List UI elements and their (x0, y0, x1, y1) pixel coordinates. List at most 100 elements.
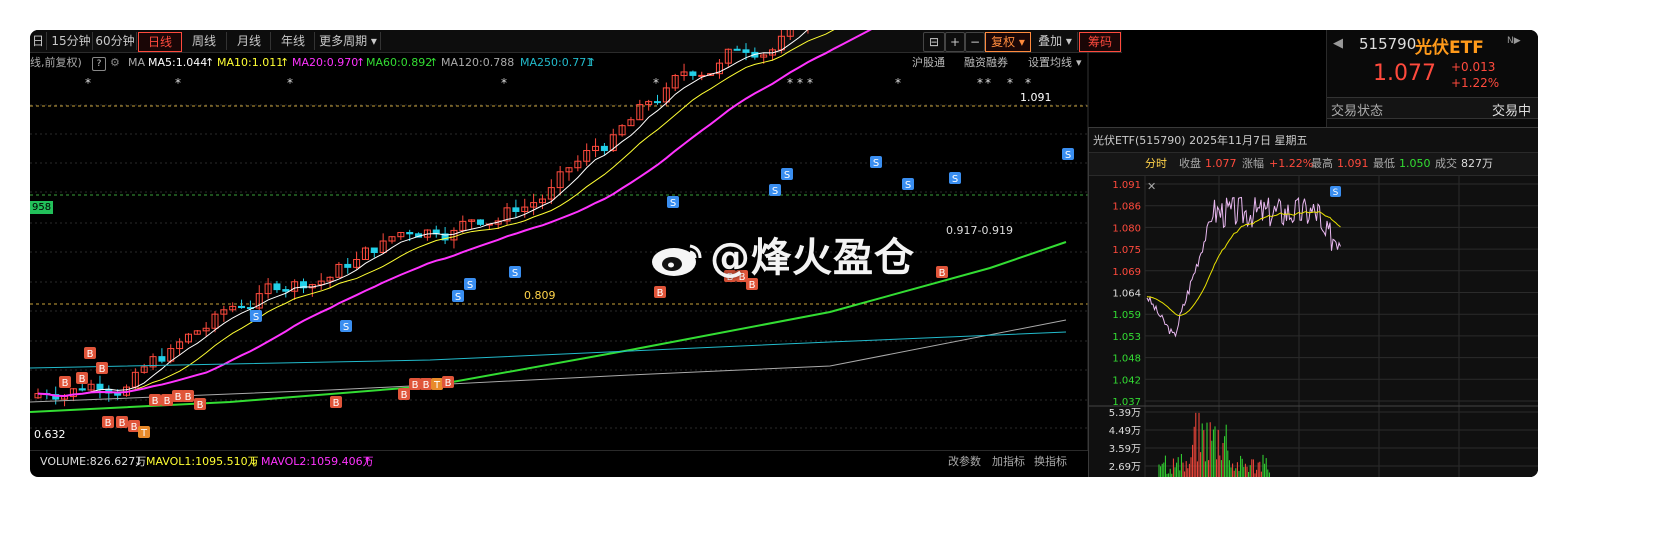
next-stock-arrow-icon[interactable]: N▶ (1507, 36, 1521, 46)
left-edge-price-tag: 958 (30, 201, 54, 214)
event-star-icon: * (175, 76, 181, 90)
mavol1-down-arrow: ↓ (249, 455, 259, 468)
range-price-label: 0.917-0.919 (946, 224, 1013, 237)
popup-tab-intraday[interactable]: 分时 (1145, 153, 1167, 175)
intraday-price-tick: 1.059 (1112, 310, 1141, 321)
intraday-price-tick: 1.080 (1112, 223, 1141, 234)
trade-marker-label: B (197, 400, 204, 411)
candle-body (78, 388, 86, 391)
popup-title: 光伏ETF(515790) 2025年11月7日 星期五 (1093, 134, 1308, 147)
popup-change-value: +1.22% (1269, 157, 1314, 170)
event-star-icon: * (501, 76, 507, 90)
trade-marker-label: S (784, 170, 790, 181)
event-star-icon: * (985, 76, 991, 90)
trade-marker-label: S (1065, 150, 1071, 161)
trade-marker-label: B (657, 288, 664, 299)
trade-marker-label: S (905, 180, 911, 191)
mavol2-value: MAVOL2:1059.406万 (261, 455, 374, 468)
link-switch-indicator[interactable]: 换指标 (1034, 451, 1067, 473)
status-value: 交易中 (1491, 104, 1531, 119)
trade-marker-label: B (175, 392, 182, 403)
high-price-label: 1.091 (1020, 91, 1052, 104)
intraday-price-line (1146, 196, 1341, 338)
volume-down-arrow: ↓ (134, 455, 144, 468)
trade-marker-label: B (62, 378, 69, 389)
intraday-price-tick: 1.086 (1112, 202, 1141, 213)
event-star-icon: * (1025, 76, 1031, 90)
event-star-icon: * (797, 76, 803, 90)
ma120-line (30, 319, 1067, 403)
trade-marker-label: S (952, 174, 958, 185)
intraday-price-tick: 1.075 (1112, 245, 1141, 256)
kline-chart[interactable]: BBBBB B BTB B B BB BBB B T BBB BBBSSSSSSSSSSSS* * * *… (30, 30, 1090, 450)
candle-body (158, 356, 166, 362)
trade-marker-label: B (423, 380, 430, 391)
popup-close-value: 1.077 (1205, 157, 1237, 170)
link-edit-params[interactable]: 改参数 (948, 451, 981, 473)
intraday-price-tick: 1.069 (1112, 267, 1141, 278)
trade-marker-label: B (164, 396, 171, 407)
trade-marker-label: S (873, 158, 879, 169)
event-star-icon: * (85, 76, 91, 90)
mavol1-value: MAVOL1:1095.510万 (146, 455, 259, 468)
volume-indicator-row: VOLUME:826.627万 ↓ MAVOL1:1095.510万 ↓ MAV… (30, 450, 1088, 473)
intraday-chart[interactable]: 1.091 1.086 1.080 1.075 1.069 1.064 1.059 1.053… (1089, 176, 1538, 477)
status-label: 交易状态 (1331, 104, 1384, 119)
candle-body (238, 305, 246, 309)
candle-body (96, 383, 104, 390)
app-frame: 日 15分钟 60分钟 日线 周线 月线 年线 更多周期 ▾ ⊟ + − 复权 … (30, 30, 1538, 477)
stock-name: 光伏ETF (1415, 38, 1484, 58)
watermark-text: @烽火盈仓 (710, 235, 915, 281)
candle-body (512, 207, 520, 212)
mid-price-label: 0.809 (524, 289, 556, 302)
price-change: +0.013 (1451, 60, 1496, 74)
intraday-price-tick: 1.048 (1112, 354, 1141, 365)
trade-marker-label: B (939, 268, 946, 279)
stock-code: 515790 (1359, 35, 1417, 53)
trade-marker-label: S (343, 322, 349, 333)
trade-marker-label: S (512, 268, 518, 279)
popup-summary-row: 分时 收盘 1.077 涨幅 +1.22% 最高 1.091 最低 1.050 … (1089, 152, 1538, 176)
candle-body (406, 232, 414, 235)
intraday-popup[interactable]: 光伏ETF(515790) 2025年11月7日 星期五 分时 收盘 1.077… (1088, 127, 1538, 477)
trade-marker-label: S (670, 198, 676, 209)
prev-stock-arrow-icon[interactable]: ◀ (1333, 36, 1343, 51)
candle-body (689, 71, 697, 76)
trade-marker-label: B (119, 418, 126, 429)
candle-body (654, 101, 661, 104)
intraday-vol-tick: 4.49万 (1109, 426, 1141, 437)
popup-high-label: 最高 (1311, 157, 1333, 170)
popup-turnover-value: 827万 (1461, 157, 1493, 170)
intraday-price-tick: 1.064 (1112, 289, 1141, 300)
intraday-vol-tick: 2.69万 (1109, 462, 1141, 473)
intraday-vol-tick: 5.39万 (1109, 408, 1141, 419)
event-star-icon: * (977, 76, 983, 90)
trade-marker-label: S (467, 280, 473, 291)
trade-marker-label: T (140, 428, 148, 439)
candle-body (600, 145, 608, 152)
trade-marker-label: B (131, 422, 138, 433)
popup-change-label: 涨幅 (1242, 157, 1264, 170)
popup-low-value: 1.050 (1399, 157, 1431, 170)
event-star-icon: * (653, 76, 659, 90)
status-row: 交易状态 交易中 (1327, 97, 1538, 119)
event-star-icon: * (287, 76, 293, 90)
popup-close-label: 收盘 (1179, 157, 1201, 170)
trade-marker-label: B (87, 349, 94, 360)
popup-turnover-label: 成交 (1435, 157, 1457, 170)
intraday-vol-tick: 3.59万 (1109, 444, 1141, 455)
candle-body (344, 263, 352, 268)
candle-body (733, 48, 741, 51)
trade-marker-label: B (401, 390, 408, 401)
trade-marker-label: B (152, 396, 159, 407)
link-add-indicator[interactable]: 加指标 (992, 451, 1025, 473)
mavol2-up-arrow: ↑ (363, 455, 373, 468)
trade-marker-label: B (412, 380, 419, 391)
candle-body (282, 289, 290, 292)
trade-marker-label: B (333, 398, 340, 409)
intraday-price-tick: 1.091 (1112, 180, 1141, 191)
trade-marker-label: S (253, 312, 259, 323)
crosshair-icon: ✕ (1147, 180, 1156, 193)
trade-marker-label: T (433, 380, 441, 391)
popup-high-value: 1.091 (1337, 157, 1369, 170)
